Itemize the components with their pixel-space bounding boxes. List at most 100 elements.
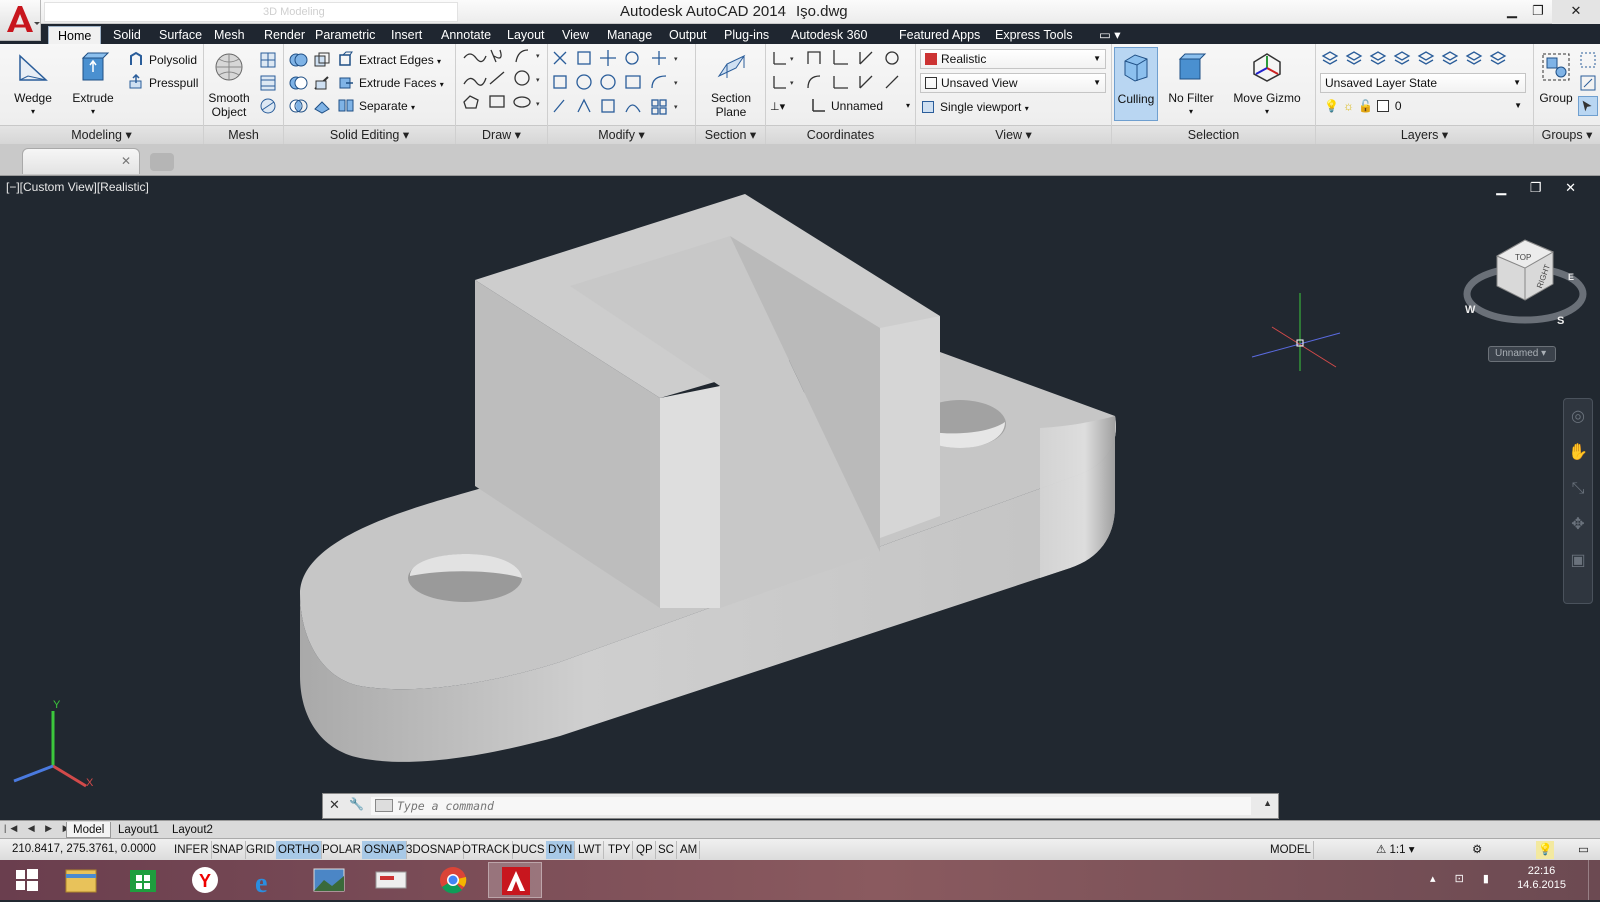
status-toggle-infer[interactable]: INFER [172, 841, 212, 859]
visual-style-combo[interactable]: Realistic ▼ [920, 49, 1106, 69]
no-filter-button[interactable]: No Filter ▾ [1166, 50, 1216, 119]
slice-icon[interactable] [312, 73, 332, 93]
thicken-icon[interactable] [312, 96, 332, 116]
windows-start-icon[interactable] [0, 862, 54, 898]
group-edit-icon[interactable] [1578, 73, 1598, 93]
move-gizmo-button[interactable]: Move Gizmo ▾ [1230, 50, 1304, 119]
subtract-icon[interactable] [288, 73, 308, 93]
status-toggle-snap[interactable]: SNAP [210, 841, 247, 859]
system-clock[interactable]: 22:16 14.6.2015 [1517, 864, 1566, 892]
3d-model[interactable] [0, 176, 1600, 824]
tab-mesh[interactable]: Mesh [205, 26, 254, 44]
status-toggle-otrack[interactable]: OTRACK [460, 841, 513, 859]
status-toggle-lwt[interactable]: LWT [576, 841, 605, 859]
tab-featured-apps[interactable]: Featured Apps [890, 26, 989, 44]
panel-title-view[interactable]: View ▾ [916, 125, 1111, 144]
status-toggle-tpy[interactable]: TPY [606, 841, 634, 859]
command-input[interactable] [371, 797, 1251, 815]
showmotion-icon[interactable]: ▣ [1564, 543, 1592, 579]
close-tab-icon[interactable]: ✕ [121, 154, 131, 168]
layout-tab-model[interactable]: Model [66, 822, 112, 838]
panel-title-layers[interactable]: Layers ▾ [1316, 125, 1533, 144]
panel-title-solid-editing[interactable]: Solid Editing ▾ [284, 125, 455, 144]
presspull-button[interactable]: Presspull [128, 73, 198, 93]
panel-title-modify[interactable]: Modify ▾ [548, 125, 695, 144]
union-icon[interactable] [288, 50, 308, 70]
tab-express-tools[interactable]: Express Tools [986, 26, 1082, 44]
close-command-line-icon[interactable]: ✕ [329, 797, 340, 813]
panel-title-modeling[interactable]: Modeling ▾ [0, 125, 203, 144]
mesh-tool-1-icon[interactable] [258, 50, 278, 70]
restore-button[interactable]: ❐ [1524, 0, 1552, 24]
extract-edges-button[interactable]: Extract Edges ▾ [338, 50, 441, 70]
current-layer-combo[interactable]: 💡 ☼ 🔓 0 ▼ [1320, 97, 1526, 117]
tab-layout[interactable]: Layout [498, 26, 554, 44]
pan-icon[interactable]: ✋ [1564, 435, 1592, 471]
steering-wheel-icon[interactable]: ◎ [1564, 399, 1592, 435]
workspace-gear-icon[interactable]: ⚙ [1470, 841, 1484, 859]
mesh-tool-2-icon[interactable] [258, 73, 278, 93]
group-selection-icon[interactable] [1578, 96, 1598, 116]
status-toggle-osnap[interactable]: OSNAP [362, 841, 408, 859]
panel-title-draw[interactable]: Draw ▾ [456, 125, 547, 144]
internet-explorer-icon[interactable]: e [240, 862, 294, 899]
tab-insert[interactable]: Insert [382, 26, 431, 44]
file-explorer-icon[interactable] [54, 862, 108, 898]
annotation-scale[interactable]: ⚠ 1:1 ▾ [1374, 841, 1416, 859]
orbit-icon[interactable]: ✥ [1564, 507, 1592, 543]
status-toggle-3dosnap[interactable]: 3DOSNAP [404, 841, 464, 859]
tab-manage[interactable]: Manage [598, 26, 661, 44]
tab-view[interactable]: View [553, 26, 598, 44]
close-window-button[interactable]: ✕ [1552, 0, 1600, 24]
extrude-faces-button[interactable]: Extrude Faces ▾ [338, 73, 444, 93]
ungroup-icon[interactable] [1578, 50, 1598, 70]
ucs-dropdown[interactable]: ⊥▾ [770, 96, 785, 116]
clean-screen-icon[interactable]: ▭ [1576, 841, 1591, 859]
separate-button[interactable]: Separate ▾ [338, 96, 415, 116]
autocad-taskbar-icon[interactable] [488, 862, 542, 898]
extrude-button[interactable]: Extrude ▾ [68, 50, 118, 119]
status-toggle-polar[interactable]: POLAR [320, 841, 364, 859]
chrome-icon[interactable] [426, 862, 480, 898]
isolate-bulb-icon[interactable]: 💡 [1536, 841, 1555, 859]
ribbon-minimize-icon[interactable]: ▭ ▾ [1090, 26, 1130, 44]
navigation-bar[interactable]: ◎ ✋ ⤡ ✥ ▣ [1563, 398, 1593, 604]
layer-state-combo[interactable]: Unsaved Layer State ▼ [1320, 73, 1526, 93]
photo-viewer-icon[interactable] [302, 862, 356, 898]
group-button[interactable]: Group [1536, 50, 1576, 105]
tab-surface[interactable]: Surface [150, 26, 211, 44]
tab-plug-ins[interactable]: Plug-ins [715, 26, 778, 44]
status-toggle-sc[interactable]: SC [656, 841, 677, 859]
cursor-coordinates[interactable]: 210.8417, 275.3761, 0.0000 [12, 843, 156, 855]
polysolid-button[interactable]: Polysolid [128, 50, 197, 70]
viewcube[interactable]: TOP RIGHT W S E [1455, 206, 1595, 346]
customize-wrench-icon[interactable]: 🔧 [349, 797, 364, 811]
tab-home[interactable]: Home [48, 26, 102, 44]
tab-parametric[interactable]: Parametric [306, 26, 384, 44]
status-toggle-am[interactable]: AM [678, 841, 701, 859]
show-desktop-button[interactable] [1588, 860, 1600, 900]
viewcube-ucs-menu[interactable]: Unnamed ▾ [1488, 346, 1556, 362]
wedge-button[interactable]: Wedge ▾ [10, 50, 56, 119]
status-toggle-ducs[interactable]: DUCS [510, 841, 548, 859]
panel-title-groups[interactable]: Groups ▾ [1534, 125, 1600, 144]
tab-solid[interactable]: Solid [104, 26, 150, 44]
command-history-arrow-icon[interactable]: ▲ [1263, 798, 1272, 808]
recent-commands-icon[interactable] [375, 799, 393, 812]
named-ucs-combo[interactable]: Unnamed ▾ [810, 96, 914, 116]
zoom-icon[interactable]: ⤡ [1564, 471, 1592, 507]
named-view-combo[interactable]: Unsaved View ▼ [920, 73, 1106, 93]
status-toggle-grid[interactable]: GRID [244, 841, 278, 859]
status-toggle-dyn[interactable]: DYN [546, 841, 576, 859]
drawing-viewport[interactable]: [−][Custom View][Realistic] ▁ ❐ ✕ Y X TO… [0, 176, 1600, 824]
culling-button[interactable]: Culling [1114, 47, 1158, 121]
layout-tab-layout1[interactable]: Layout1 [112, 822, 165, 838]
intersect-icon[interactable] [288, 96, 308, 116]
panel-title-mesh[interactable]: Mesh [204, 125, 283, 144]
smooth-object-button[interactable]: Smooth Object [206, 50, 252, 119]
status-toggle-ortho[interactable]: ORTHO [276, 841, 323, 859]
section-plane-button[interactable]: Section Plane [704, 50, 758, 119]
interfere-icon[interactable] [312, 50, 332, 70]
new-tab-button[interactable] [150, 153, 174, 171]
viewport-config-button[interactable]: Single viewport ▾ [922, 97, 1029, 117]
